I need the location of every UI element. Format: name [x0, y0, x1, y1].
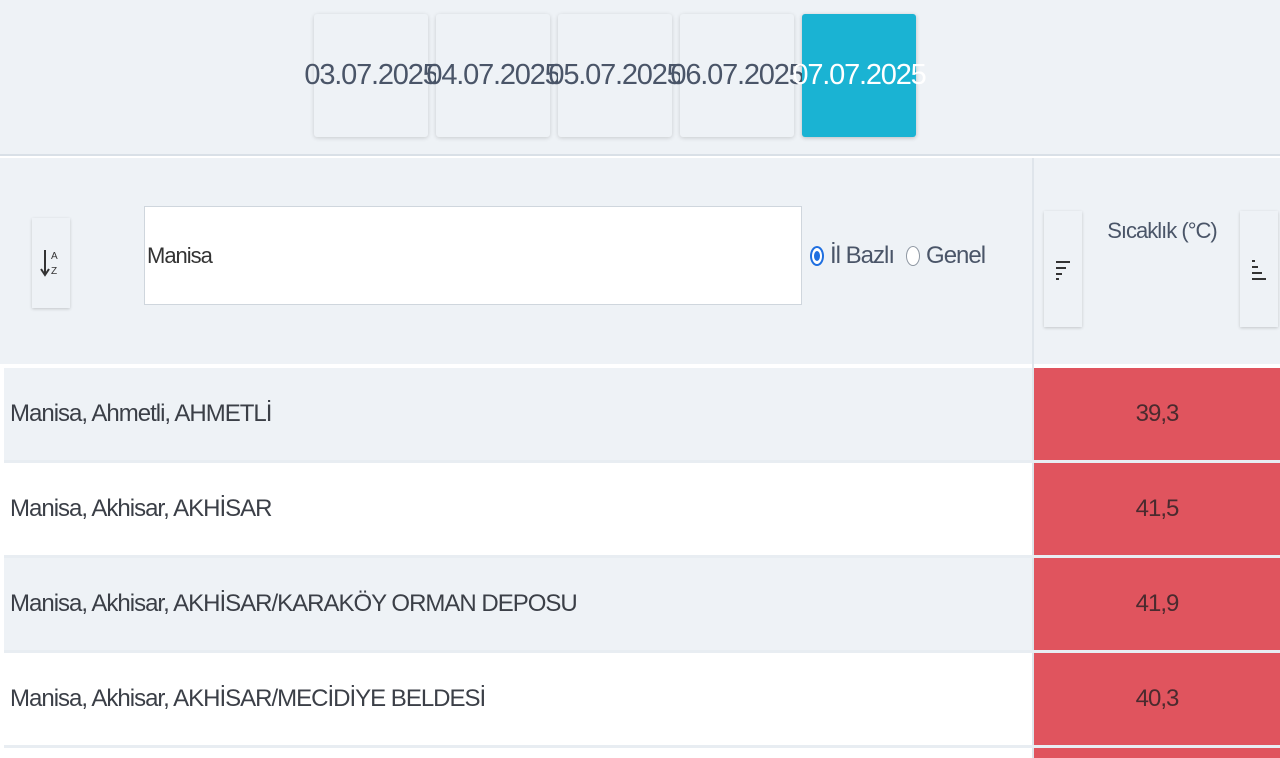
table-row[interactable]: Manisa, Akhisar, AKHİSAR	[4, 463, 1032, 555]
row-temperature-cell: 39,3	[1034, 368, 1280, 460]
tab-date-04-07-2025[interactable]: 04.07.2025	[426, 14, 561, 137]
radio-genel[interactable]	[906, 246, 921, 266]
row-temperature-cell: 41,5	[1034, 463, 1280, 555]
row-location: Manisa, Ahmetli, AHMETLİ	[10, 400, 272, 427]
sort-descending-icon	[1056, 261, 1070, 280]
date-tab-bar: 03.07.2025 04.07.2025 05.07.2025 06.07.2…	[0, 0, 1280, 156]
radio-genel-label[interactable]: Genel	[926, 242, 986, 270]
tab-date-07-07-2025[interactable]: 07.07.2025	[792, 14, 927, 137]
sort-ascending-button[interactable]	[1240, 211, 1278, 327]
sort-alpha-az-icon: A Z	[40, 250, 58, 277]
value-column-title: Sıcaklık (°C)	[1107, 218, 1217, 243]
tab-date-05-07-2025[interactable]: 05.07.2025	[548, 14, 683, 137]
scope-radio-group: İl Bazlı Genel	[810, 232, 991, 280]
row-temperature-cell: 41,9	[1034, 558, 1280, 650]
row-location: Manisa, Akhisar, AKHİSAR	[10, 495, 272, 522]
row-location: Manisa, Akhisar, AKHİSAR/KARAKÖY ORMAN D…	[10, 590, 578, 617]
row-temperature-cell-partial	[1034, 748, 1280, 758]
tab-date-06-07-2025[interactable]: 06.07.2025	[670, 14, 805, 137]
svg-text:Z: Z	[51, 266, 57, 277]
radio-il-bazli[interactable]	[810, 246, 824, 266]
row-temperature-cell: 40,3	[1034, 653, 1280, 745]
radio-il-bazli-label[interactable]: İl Bazlı	[830, 242, 895, 270]
search-input[interactable]	[144, 206, 802, 305]
sort-ascending-icon	[1252, 260, 1266, 280]
sort-alphabetical-button[interactable]: A Z	[32, 218, 70, 308]
tab-date-03-07-2025[interactable]: 03.07.2025	[304, 14, 439, 137]
table-row[interactable]: Manisa, Akhisar, AKHİSAR/KARAKÖY ORMAN D…	[4, 558, 1032, 650]
table-row[interactable]: Manisa, Ahmetli, AHMETLİ	[4, 368, 1032, 460]
svg-text:A: A	[51, 251, 58, 262]
table-row[interactable]: Manisa, Akhisar, AKHİSAR/MECİDİYE BELDES…	[4, 653, 1032, 745]
sort-descending-button[interactable]	[1044, 211, 1082, 327]
row-location: Manisa, Akhisar, AKHİSAR/MECİDİYE BELDES…	[10, 685, 486, 712]
